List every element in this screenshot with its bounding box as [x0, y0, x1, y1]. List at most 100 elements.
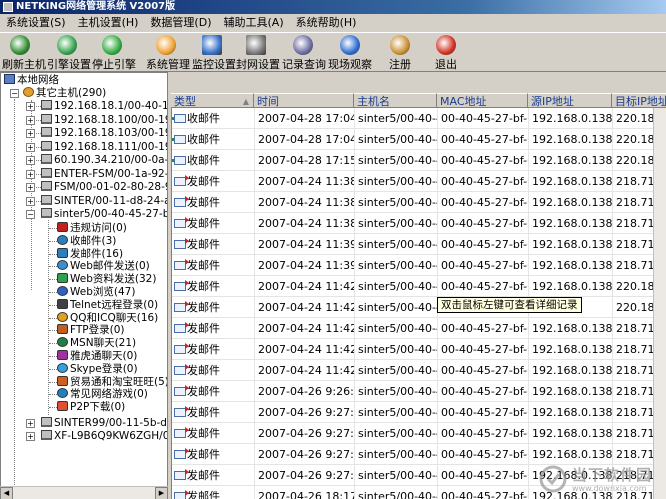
toolbar-button-7[interactable]: 现场观察 — [328, 35, 372, 71]
table-cell: 发邮件 — [172, 381, 255, 402]
toolbar-button-6[interactable]: 记录查询 — [282, 35, 326, 71]
tree-category[interactable]: Web浏览(47) — [57, 286, 135, 299]
tree-host[interactable]: 192.168.18.100/00-19-5b-9 — [41, 113, 167, 127]
expand-toggle-host[interactable]: + — [26, 196, 35, 206]
table-cell: sinter5/00-40-45- — [355, 465, 438, 486]
tree-category[interactable]: MSN聊天(21) — [57, 337, 136, 350]
tree-category[interactable]: Web邮件发送(0) — [57, 260, 150, 273]
toolbar-button-8[interactable]: 注册 — [386, 35, 414, 71]
table-row[interactable]: 收邮件 2007-04-28 17:04:35 sinter5/00-40-45- 0… — [172, 129, 666, 150]
table-row[interactable]: 发邮件 2007-04-24 11:38:20 sinter5/00-40-45- 0… — [172, 192, 666, 213]
menu-tools[interactable]: 辅助工具(A) — [218, 14, 290, 30]
tree-host[interactable]: 192.168.18.1/00-40-16-0c-0 — [41, 100, 167, 113]
menu-help[interactable]: 系统帮助(H) — [290, 14, 363, 30]
expand-toggle-host[interactable]: + — [26, 419, 35, 428]
tree-category[interactable]: Web资料发送(32) — [57, 273, 156, 286]
tree-category[interactable]: P2P下载(0) — [57, 401, 125, 414]
cell-text: 2007-04-26 9:27:28 — [258, 469, 354, 482]
cell-text: 192.168.0.138 — [532, 427, 613, 440]
scroll-right-icon[interactable]: ▶ — [155, 487, 168, 499]
tree-category[interactable]: 发邮件(16) — [57, 247, 124, 261]
tree-category[interactable]: 贸易通和淘宝旺旺(5) — [57, 375, 167, 389]
toolbar-button-4[interactable]: 监控设置 — [192, 35, 236, 71]
cell-text: 192.168.0.138 — [532, 175, 613, 188]
table-row[interactable]: 发邮件2007-04-24 11:42:14sinter5/00-40-45-0… — [172, 297, 666, 318]
cell-text: 发邮件 — [187, 343, 220, 356]
menu-bar: 系统设置(S) 主机设置(H) 数据管理(D) 辅助工具(A) 系统帮助(H) — [0, 14, 666, 32]
menu-system-settings[interactable]: 系统设置(S) — [0, 14, 72, 30]
table-row[interactable]: 发邮件 2007-04-26 9:27:00 sinter5/00-40-45- 00… — [172, 402, 666, 423]
computer-icon — [41, 100, 52, 110]
tree-horizontal-scrollbar[interactable]: ◀ ▶ — [0, 486, 168, 499]
expand-toggle-host[interactable]: + — [26, 183, 35, 192]
table-row[interactable]: 发邮件 2007-04-24 11:42:38 sinter5/00-40-45- 0… — [172, 360, 666, 381]
expand-toggle-group[interactable]: − — [10, 89, 19, 98]
table-row[interactable]: 收邮件 2007-04-28 17:04:34 sinter5/00-40-45- 0… — [172, 108, 666, 129]
table-cell: sinter5/00-40-45- — [355, 213, 438, 234]
expand-toggle-host[interactable]: + — [26, 115, 35, 125]
toolbar-button-0[interactable]: 刷新主机 — [2, 35, 46, 71]
cell-text: 00-40-45-27-bf-67 — [441, 427, 528, 440]
column-header[interactable]: 类型 ▲ — [171, 93, 254, 108]
toolbar-button-3[interactable]: 系统管理 — [146, 35, 190, 71]
tree-host[interactable]: SINTER/00-11-d8-24-a1-0d — [41, 194, 167, 208]
menu-data-management[interactable]: 数据管理(D) — [144, 14, 217, 30]
cell-text: 2007-04-24 11:38:20 — [258, 196, 354, 209]
tree-host[interactable]: XF-L9B6Q9KW6ZGH/00-01 — [41, 430, 167, 443]
column-header[interactable]: 源IP地址 — [528, 93, 612, 108]
cell-text: 192.168.0.138 — [532, 259, 613, 272]
tree-host[interactable]: 60.190.34.210/00-0a-eb-d0 — [41, 154, 167, 167]
table-row[interactable]: 收邮件 2007-04-28 17:15:54 sinter5/00-40-45- 0… — [172, 150, 666, 171]
tree-host[interactable]: FSM/00-01-02-80-28-96(0) — [41, 181, 167, 194]
tree-category[interactable]: FTP登录(0) — [57, 324, 124, 337]
tree-host[interactable]: ENTER-FSM/00-1a-92-1a-5 — [41, 167, 167, 181]
tree-category[interactable]: 常见网络游戏(0) — [57, 388, 148, 401]
table-row[interactable]: 发邮件 2007-04-24 11:39:17 sinter5/00-40-45- 0… — [172, 255, 666, 276]
tree-host[interactable]: 192.168.18.103/00-19-21-5 — [41, 127, 167, 140]
expand-toggle-host[interactable]: + — [26, 142, 35, 152]
tree-category[interactable]: 雅虎通聊天(0) — [57, 350, 137, 363]
table-row[interactable]: 发邮件 2007-04-24 11:42:30 sinter5/00-40-45- 0… — [172, 339, 666, 360]
tree-category-label: 发邮件(16) — [70, 247, 124, 260]
expand-toggle-host[interactable]: + — [26, 156, 35, 165]
expand-toggle-host[interactable]: + — [26, 432, 35, 441]
tree-category[interactable]: Skype登录(0) — [57, 362, 138, 376]
expand-toggle-host[interactable]: + — [26, 102, 35, 111]
table-cell: 发邮件 — [172, 318, 255, 339]
tree-host-expanded[interactable]: sinter5/00-40-45-27-bf-67(1 — [41, 208, 167, 221]
sort-ascending-icon: ▲ — [242, 97, 249, 106]
toolbar-button-5[interactable]: 封网设置 — [236, 35, 280, 71]
tree-category[interactable]: 收邮件(3) — [57, 234, 116, 248]
toolbar-button-1[interactable]: 引擎设置 — [47, 35, 91, 71]
scroll-left-icon[interactable]: ◀ — [0, 487, 13, 499]
column-header[interactable]: 主机名 — [354, 93, 437, 108]
table-row[interactable]: 发邮件 2007-04-26 9:26:51 sinter5/00-40-45- 00… — [172, 381, 666, 402]
tree-category[interactable]: Telnet远程登录(0) — [57, 298, 158, 312]
table-row[interactable]: 发邮件 2007-04-24 11:38:20 sinter5/00-40-45- 0… — [172, 171, 666, 192]
table-cell: 2007-04-24 11:42:30 — [255, 339, 355, 360]
tree-group-other-hosts[interactable]: 其它主机(290) — [23, 87, 106, 100]
expand-toggle-host[interactable]: + — [26, 169, 35, 179]
tree-category[interactable]: 违规访问(0) — [57, 222, 127, 235]
tree-root-local-network[interactable]: 本地网络 — [4, 74, 59, 87]
tree-host[interactable]: 192.168.18.111/00-19-21-6 — [41, 140, 167, 154]
column-header[interactable]: MAC地址 — [437, 93, 528, 108]
toolbar-button-9[interactable]: 退出 — [432, 35, 460, 71]
expand-toggle-host[interactable]: − — [26, 210, 35, 219]
column-header[interactable]: 目标IP地址 — [612, 93, 666, 108]
column-header[interactable]: 时间 — [254, 93, 354, 108]
toolbar-button-2[interactable]: 停止引擎 — [92, 35, 136, 71]
table-row[interactable]: 发邮件 2007-04-24 11:42:23 sinter5/00-40-45- 0… — [172, 318, 666, 339]
tree-host[interactable]: SINTER99/00-11-5b-d8-43- — [41, 417, 167, 430]
grid-vertical-scrollbar[interactable] — [653, 108, 666, 499]
menu-host-settings[interactable]: 主机设置(H) — [72, 14, 145, 30]
expand-toggle-host[interactable]: + — [26, 129, 35, 138]
monitor-settings-icon — [202, 35, 222, 55]
table-row[interactable]: 发邮件 2007-04-26 9:27:09 sinter5/00-40-45- 00… — [172, 423, 666, 444]
qq-icon — [57, 311, 68, 322]
tree-group-other-hosts-label: 其它主机(290) — [36, 87, 107, 99]
table-row[interactable]: 发邮件 2007-04-24 11:39:04 sinter5/00-40-45- 0… — [172, 234, 666, 255]
table-row[interactable]: 发邮件 2007-04-24 11:38:39 sinter5/00-40-45- 0… — [172, 213, 666, 234]
tree-category[interactable]: QQ和ICQ聊天(16) — [57, 311, 158, 325]
table-row[interactable]: 发邮件 2007-04-24 11:42:02 sinter5/00-40-45- 0… — [172, 276, 666, 297]
